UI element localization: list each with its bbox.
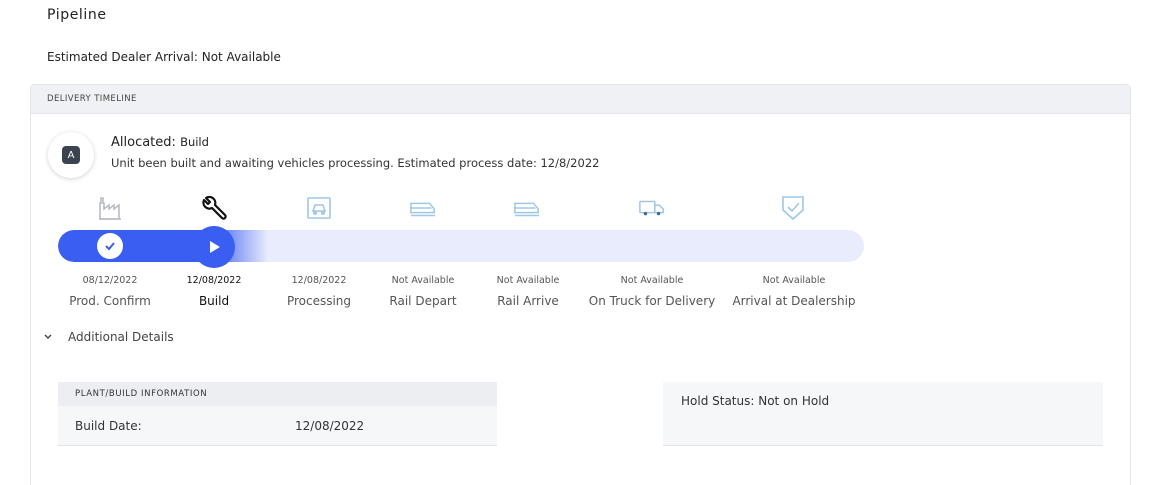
stage-label-on-truck: On Truck for Delivery (588, 294, 716, 308)
plant-build-header: PLANT/BUILD INFORMATION (58, 382, 497, 406)
build-date-label: Build Date: (75, 419, 142, 433)
progress-track (58, 230, 864, 262)
estimated-arrival: Estimated Dealer Arrival: Not Available (47, 50, 281, 64)
rail-depart-icon (409, 194, 437, 222)
status-label: Allocated: (111, 135, 176, 150)
additional-details-toggle[interactable]: Additional Details (42, 330, 174, 344)
stage-date-arrival-dealership: Not Available (762, 275, 826, 286)
plant-build-card: PLANT/BUILD INFORMATION Build Date: 12/0… (58, 382, 497, 446)
status-badge: A (62, 146, 80, 164)
chevron-down-icon (42, 331, 54, 343)
page-title: Pipeline (47, 7, 107, 23)
status-title: Allocated: Build (111, 135, 209, 150)
build-date-row: Build Date: 12/08/2022 (58, 406, 497, 446)
factory-icon (97, 194, 125, 222)
hold-status-card: Hold Status: Not on Hold (663, 382, 1103, 446)
build-date-value: 12/08/2022 (295, 419, 365, 433)
status-avatar: A (48, 132, 94, 178)
status-value: Build (180, 135, 209, 149)
complete-check-icon (97, 233, 123, 259)
stage-label-arrival-dealership: Arrival at Dealership (732, 294, 856, 308)
hold-status-text: Hold Status: Not on Hold (681, 394, 830, 408)
rail-arrive-icon (513, 194, 541, 222)
stage-date-rail-arrive: Not Available (496, 275, 560, 286)
current-stage-play-icon (193, 226, 235, 268)
processing-icon (305, 194, 333, 222)
wrench-icon (200, 194, 228, 222)
stage-date-on-truck: Not Available (620, 275, 684, 286)
delivery-timeline-header: DELIVERY TIMELINE (31, 85, 1130, 114)
truck-icon (638, 194, 666, 222)
shield-check-icon (779, 194, 807, 222)
status-description: Unit been built and awaiting vehicles pr… (111, 156, 600, 170)
progress-fill (58, 230, 268, 262)
additional-details-label: Additional Details (68, 330, 174, 344)
